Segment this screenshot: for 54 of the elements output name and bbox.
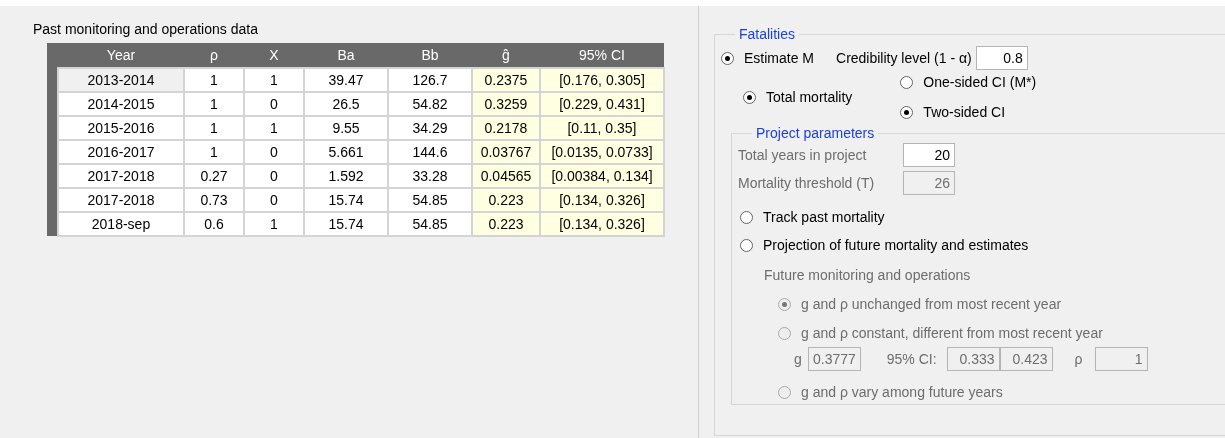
radio-button[interactable] bbox=[740, 210, 753, 224]
table-cell: [0.134, 0.326] bbox=[540, 188, 664, 212]
field-label: ρ bbox=[1074, 351, 1083, 367]
table-cell: 2015-2016 bbox=[58, 116, 184, 140]
table-cell: 0.2375 bbox=[472, 68, 540, 92]
group-title: Project parameters bbox=[755, 125, 876, 141]
field-label: 95% CI: bbox=[886, 351, 937, 367]
table-cell: 2018-sep bbox=[58, 212, 184, 236]
column-header: 95% CI bbox=[540, 43, 664, 68]
table-cell: 2016-2017 bbox=[58, 140, 184, 164]
table-cell: [0.11, 0.35] bbox=[540, 116, 664, 140]
radio-button[interactable] bbox=[900, 105, 914, 119]
radio-label: Estimate M bbox=[744, 50, 814, 66]
column-header: X bbox=[244, 43, 304, 68]
table-cell: [0.229, 0.431] bbox=[540, 92, 664, 116]
radio-label: g and ρ constant, different from most recent year bbox=[801, 325, 1103, 341]
table-cell: [0.176, 0.305] bbox=[540, 68, 664, 92]
table-cell: 2013-2014 bbox=[58, 68, 184, 92]
radio-button[interactable] bbox=[743, 90, 756, 104]
table-cell: 2017-2018 bbox=[58, 164, 184, 188]
radio-button[interactable] bbox=[900, 75, 914, 89]
radio-label: g and ρ vary among future years bbox=[801, 384, 1003, 400]
radio-label: Projection of future mortality and estimates bbox=[763, 237, 1029, 253]
table-cell: [0.134, 0.326] bbox=[540, 212, 664, 236]
radio-button[interactable] bbox=[721, 51, 734, 65]
group-title: Fatalities bbox=[738, 26, 797, 42]
input-field[interactable]: 0.8 bbox=[975, 46, 1028, 70]
table-cell: [0.00384, 0.134] bbox=[540, 164, 664, 188]
table-cell: [0.0135, 0.0733] bbox=[540, 140, 664, 164]
radio-button[interactable] bbox=[740, 238, 753, 252]
table-cell: 126.7 bbox=[388, 68, 472, 92]
field-label: Credibility level (1 - α) bbox=[836, 50, 972, 66]
column-header: ĝ bbox=[472, 43, 540, 68]
table-cell: 2014-2015 bbox=[58, 92, 184, 116]
section-label: Future monitoring and operations bbox=[764, 267, 972, 283]
column-header: Bb bbox=[388, 43, 472, 68]
table-cell: 2017-2018 bbox=[58, 188, 184, 212]
radio-label: Two-sided CI bbox=[923, 104, 1006, 120]
radio-label: g and ρ unchanged from most recent year bbox=[801, 296, 1062, 312]
column-header: ρ bbox=[184, 43, 244, 68]
field-label: Mortality threshold (T) bbox=[738, 175, 876, 191]
table-cell: 39.47 bbox=[304, 68, 388, 92]
panel-title: Past monitoring and operations data bbox=[33, 21, 259, 37]
table-cell: 1 bbox=[184, 68, 244, 92]
field-label: g bbox=[794, 351, 802, 367]
row-header bbox=[47, 212, 58, 236]
radio-label: Total mortality bbox=[766, 89, 853, 105]
table-cell: 1 bbox=[244, 68, 304, 92]
column-header: Ba bbox=[304, 43, 388, 68]
column-header: Year bbox=[58, 43, 184, 68]
radio-label: One-sided CI (M*) bbox=[923, 74, 1037, 90]
field-label: Total years in project bbox=[738, 147, 868, 163]
input-field[interactable]: 20 bbox=[903, 143, 955, 167]
radio-label: Track past mortality bbox=[763, 209, 885, 225]
